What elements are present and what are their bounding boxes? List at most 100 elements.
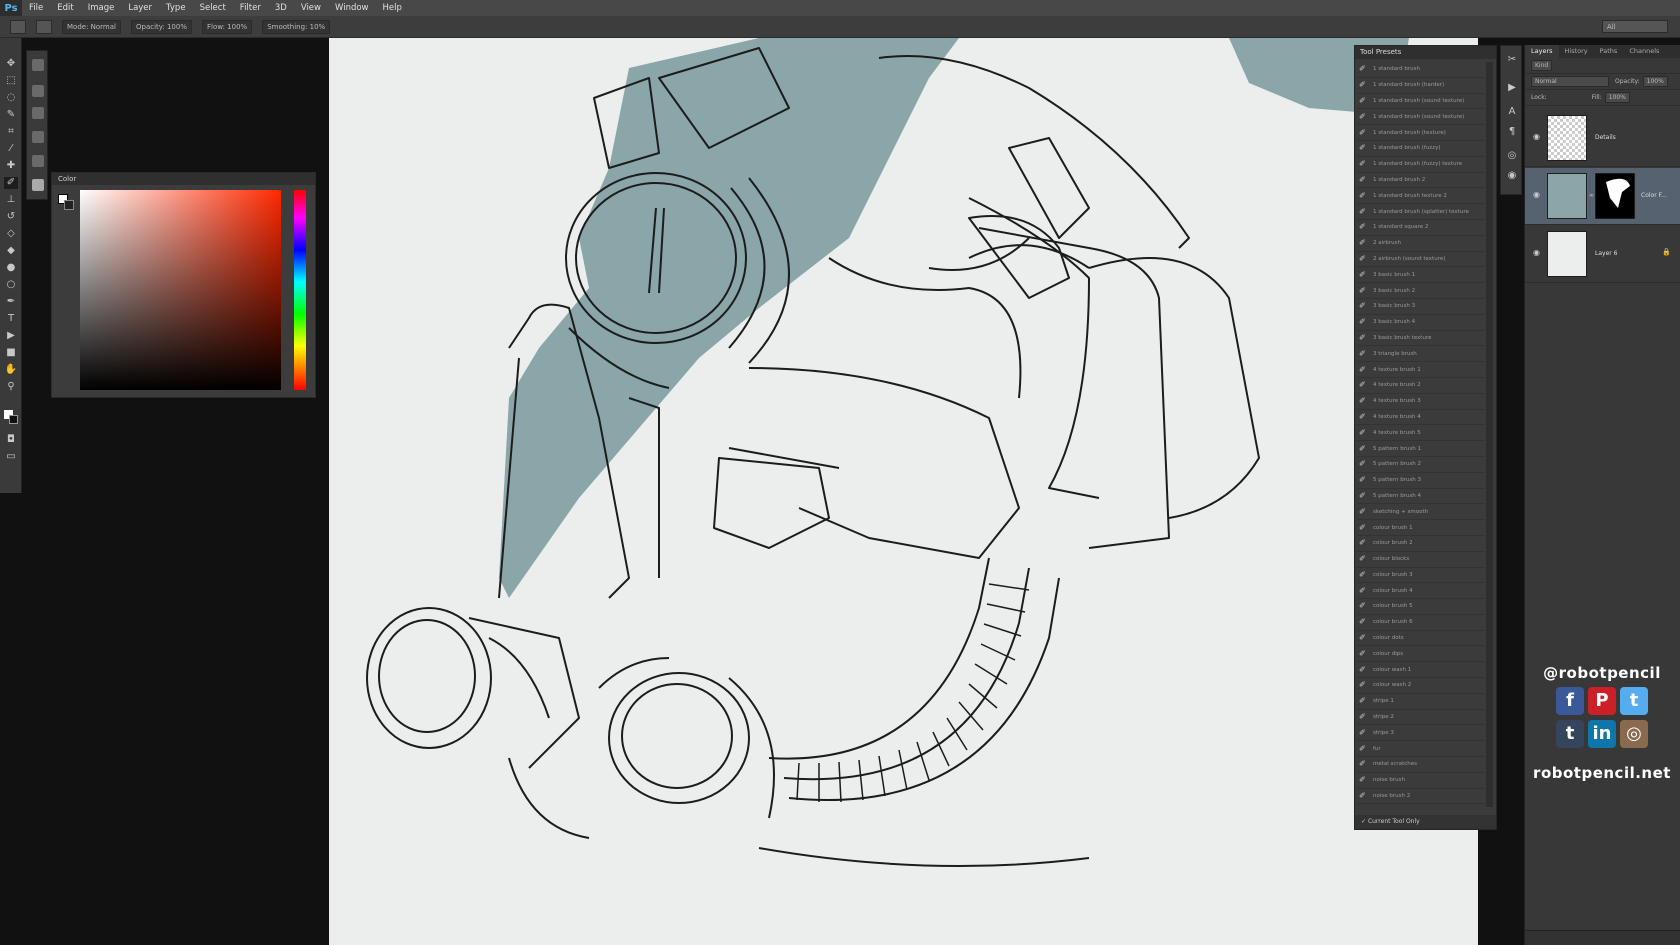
preset-item[interactable]: ✐ colour dots [1357, 631, 1485, 647]
preset-item[interactable]: ✐ colour brush 1 [1357, 520, 1485, 536]
brush-tool-icon[interactable]: ✐ [4, 177, 18, 189]
preset-item[interactable]: ✐ colour wash 1 [1357, 662, 1485, 679]
preset-item[interactable]: ✐ noise brush [1357, 773, 1485, 789]
twitter-icon[interactable]: t [1620, 687, 1648, 715]
tumblr-icon[interactable]: t [1556, 720, 1584, 748]
mode-select[interactable]: Mode: Normal [62, 19, 121, 34]
preset-item[interactable]: ✐ noise brush 2 [1357, 789, 1485, 805]
preset-item[interactable]: ✐ 3 basic brush 3 [1357, 299, 1485, 315]
preset-item[interactable]: ✐ 3 basic brush texture [1357, 331, 1485, 347]
brush-settings-icon[interactable] [32, 59, 44, 71]
swatches-icon[interactable] [32, 107, 44, 119]
lasso-tool-icon[interactable]: ◌ [4, 92, 18, 104]
quick-mask-icon[interactable]: ◘ [4, 434, 18, 446]
menu-view[interactable]: View [294, 3, 328, 13]
tab-paths[interactable]: Paths [1594, 45, 1624, 58]
preset-item[interactable]: ✐ 1 standard brush (sound texture) [1357, 94, 1485, 110]
tool-preset-picker[interactable] [10, 19, 26, 34]
preset-item[interactable]: ✐ 5 pattern brush 3 [1357, 473, 1485, 489]
menu-filter[interactable]: Filter [233, 3, 268, 13]
preset-item[interactable]: ✐ stripe 2 [1357, 710, 1485, 726]
screen-mode-icon[interactable]: ▭ [4, 451, 18, 463]
eyedropper-icon[interactable]: ⁄ [4, 143, 18, 155]
menu-3d[interactable]: 3D [268, 3, 294, 13]
preset-item[interactable]: ✐ 4 texture brush 1 [1357, 362, 1485, 378]
preset-item[interactable]: ✐ 1 standard brush (harder) [1357, 78, 1485, 94]
linkedin-icon[interactable]: in [1588, 720, 1616, 748]
background-color-swatch[interactable] [9, 415, 18, 424]
preset-item[interactable]: ✐ fur [1357, 741, 1485, 758]
paint-bucket-icon[interactable]: ◆ [4, 245, 18, 257]
preset-item[interactable]: ✐ sketching + smooth [1357, 504, 1485, 521]
preset-item[interactable]: ✐ 1 standard square 2 [1357, 220, 1485, 236]
preset-item[interactable]: ✐ 4 texture brush 5 [1357, 425, 1485, 442]
menu-image[interactable]: Image [81, 3, 122, 13]
type-tool-icon[interactable]: T [4, 313, 18, 325]
preset-item[interactable]: ✐ colour wash 2 [1357, 678, 1485, 694]
path-select-icon[interactable]: ▶ [4, 330, 18, 342]
fill-input[interactable]: 100% [1604, 92, 1630, 103]
character-icon[interactable]: A [1506, 106, 1518, 118]
preset-item[interactable]: ✐ 2 airbrush (sound texture) [1357, 252, 1485, 268]
pen-tool-icon[interactable]: ✒ [4, 296, 18, 308]
preset-item[interactable]: ✐ stripe 1 [1357, 694, 1485, 710]
preset-item[interactable]: ✐ 1 standard brush texture 2 [1357, 188, 1485, 205]
instagram-icon[interactable]: ◎ [1620, 720, 1648, 748]
layer-row[interactable]: ◉ Details [1525, 110, 1680, 167]
color-picker-field[interactable] [80, 190, 281, 390]
preset-item[interactable]: ✐ colour blocks [1357, 552, 1485, 568]
quick-select-icon[interactable]: ✎ [4, 109, 18, 121]
layer-row[interactable]: ◉ Layer 6 🔒 [1525, 226, 1680, 283]
menu-layer[interactable]: Layer [121, 3, 159, 13]
brush-picker-icon[interactable] [36, 19, 52, 34]
preset-item[interactable]: ✐ colour brush 6 [1357, 615, 1485, 631]
preset-item[interactable]: ✐ 3 basic brush 1 [1357, 267, 1485, 284]
tools-icon[interactable]: ✂ [1506, 54, 1518, 66]
hand-tool-icon[interactable]: ✋ [4, 364, 18, 376]
flow-field[interactable]: Flow: 100% [202, 19, 253, 34]
preset-item[interactable]: ✐ 4 texture brush 2 [1357, 378, 1485, 394]
color-panel-icon[interactable] [32, 179, 44, 191]
preset-item[interactable]: ✐ 5 pattern brush 4 [1357, 489, 1485, 505]
eye-icon[interactable]: ◉ [1533, 248, 1540, 257]
tab-channels[interactable]: Channels [1623, 45, 1665, 58]
eye-icon[interactable]: ◉ [1533, 132, 1540, 141]
preset-item[interactable]: ✐ 5 pattern brush 2 [1357, 457, 1485, 473]
workspace-select[interactable]: All [1602, 20, 1668, 33]
color-bg-swatch[interactable] [64, 200, 74, 210]
eraser-icon[interactable]: ◇ [4, 228, 18, 240]
menu-file[interactable]: File [22, 3, 50, 13]
facebook-icon[interactable]: f [1556, 687, 1584, 715]
eye-icon[interactable]: ◉ [1533, 190, 1540, 199]
preset-item[interactable]: ✐ 4 texture brush 3 [1357, 394, 1485, 410]
pinterest-icon[interactable]: P [1588, 687, 1616, 715]
preset-item[interactable]: ✐ 1 standard brush [1357, 62, 1485, 78]
opacity-input[interactable]: 100% [1642, 76, 1668, 87]
preset-item[interactable]: ✐ 2 airbrush [1357, 236, 1485, 252]
preset-item[interactable]: ✐ colour dips [1357, 646, 1485, 663]
smoothing-field[interactable]: Smoothing: 10% [262, 19, 331, 34]
clone-icon[interactable]: ◉ [1506, 170, 1518, 182]
dodge-tool-icon[interactable]: ○ [4, 279, 18, 291]
preset-item[interactable]: ✐ 4 texture brush 4 [1357, 410, 1485, 426]
preset-item[interactable]: ✐ stripe 3 [1357, 725, 1485, 742]
preset-item[interactable]: ✐ 5 pattern brush 1 [1357, 441, 1485, 457]
opacity-field[interactable]: Opacity: 100% [130, 19, 192, 34]
preset-item[interactable]: ✐ 3 basic brush 2 [1357, 283, 1485, 299]
marquee-tool-icon[interactable]: ⬚ [4, 75, 18, 87]
preset-item[interactable]: ✐ colour brush 4 [1357, 583, 1485, 600]
history-brush-icon[interactable]: ↺ [4, 211, 18, 223]
move-tool-icon[interactable]: ✥ [4, 58, 18, 70]
menu-select[interactable]: Select [193, 3, 233, 13]
preset-item[interactable]: ✐ colour brush 5 [1357, 599, 1485, 615]
preset-item[interactable]: ✐ 1 standard brush (texture) [1357, 125, 1485, 141]
menu-window[interactable]: Window [328, 3, 376, 13]
blur-tool-icon[interactable]: ● [4, 262, 18, 274]
shape-tool-icon[interactable]: ■ [4, 347, 18, 359]
brush-preset-icon[interactable]: ◎ [1506, 150, 1518, 162]
preset-item[interactable]: ✐rock [1357, 804, 1485, 808]
kind-filter-select[interactable]: Kind [1531, 60, 1553, 71]
tab-layers[interactable]: Layers [1525, 45, 1559, 58]
preset-item[interactable]: ✐ 3 triangle brush [1357, 346, 1485, 363]
preset-item[interactable]: ✐ 1 standard brush 2 [1357, 173, 1485, 189]
